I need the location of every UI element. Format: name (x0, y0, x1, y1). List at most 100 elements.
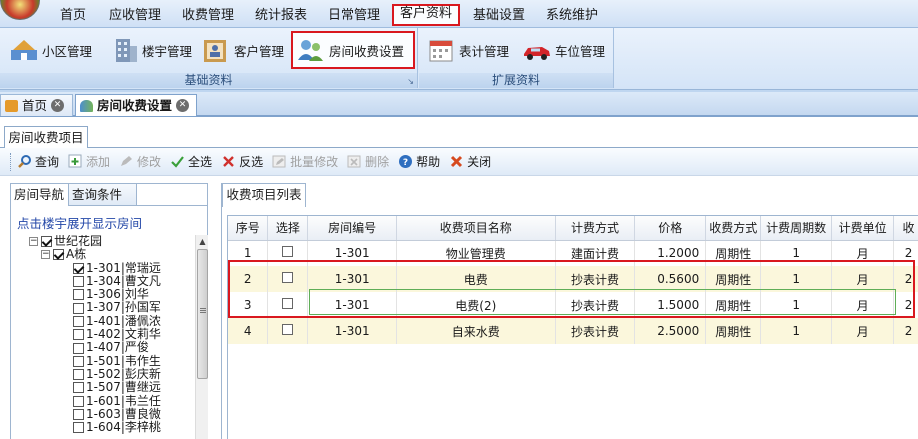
row-select-checkbox[interactable] (282, 272, 294, 283)
batch-edit-button[interactable]: 批量修改 (272, 153, 338, 170)
tree-checkbox[interactable] (73, 409, 84, 420)
parking-button[interactable]: 车位管理 (519, 33, 608, 67)
tree-node[interactable]: 1-304|曹文凡 (17, 274, 193, 288)
column-header[interactable]: 收费方式 (705, 216, 762, 241)
table-cell: 2 (893, 292, 918, 318)
batch-edit-icon (272, 154, 287, 169)
column-header[interactable]: 收费项目名称 (396, 216, 556, 241)
search-button[interactable]: 查询 (17, 153, 59, 170)
tab-room-navigation[interactable]: 房间导航 (11, 184, 69, 206)
add-label: 添加 (86, 155, 111, 169)
row-select-checkbox[interactable] (282, 298, 294, 309)
tab-home-label: 首页 (22, 97, 48, 113)
tree-node[interactable]: 1-604|李梓桃 (17, 420, 193, 435)
tree-node[interactable]: − A栋 (17, 247, 193, 261)
select-all-button[interactable]: 全选 (170, 153, 212, 170)
tree-node[interactable]: 1-407|严俊 (17, 341, 193, 354)
tree-node[interactable]: 1-507|曹继远 (17, 380, 193, 395)
tab-charge-item-list[interactable]: 收费项目列表 (222, 183, 306, 207)
table-cell: 2.5000 (634, 318, 707, 344)
tree-collapse-icon[interactable]: − (29, 237, 38, 247)
room-charge-setting-button[interactable]: 房间收费设置 (291, 31, 415, 69)
column-header[interactable]: 价格 (634, 216, 707, 241)
tab-query-conditions[interactable]: 查询条件 (69, 184, 137, 206)
tree-checkbox[interactable] (73, 262, 84, 274)
tree-node[interactable]: 1-301|常瑞远 (17, 261, 193, 275)
table-cell: 自来水费 (396, 318, 556, 344)
invert-selection-button[interactable]: 反选 (221, 153, 263, 170)
tree-checkbox[interactable] (73, 276, 84, 288)
tree-checkbox[interactable] (73, 302, 84, 314)
table-cell[interactable] (267, 292, 309, 318)
table-cell[interactable] (267, 240, 309, 266)
tree-checkbox[interactable] (73, 329, 84, 341)
table-row[interactable]: 4 1-301 自来水费 抄表计费 2.5000 周期性 1 月 2 (228, 318, 918, 344)
delete-icon (347, 154, 362, 169)
row-select-checkbox[interactable] (282, 324, 294, 335)
table-row[interactable]: 3 1-301 电费(2) 抄表计费 1.5000 周期性 1 月 2 (228, 292, 918, 318)
menu-receivables[interactable]: 应收管理 (105, 6, 165, 26)
menu-customer-data[interactable]: 客户资料 (392, 4, 461, 26)
customer-button[interactable]: 客户管理 (198, 33, 287, 67)
close-tab-room-icon[interactable]: ✕ (176, 99, 190, 112)
column-header[interactable]: 计费周期数 (760, 216, 833, 241)
building-button[interactable]: 楼宇管理 (106, 33, 195, 67)
scroll-up-icon[interactable]: ▲ (197, 235, 208, 248)
tree-checkbox[interactable] (73, 289, 84, 301)
tree-collapse-icon[interactable]: − (41, 250, 50, 260)
menu-system[interactable]: 系统维护 (542, 6, 602, 26)
tree-checkbox[interactable] (73, 382, 84, 394)
row-select-checkbox[interactable] (282, 246, 294, 258)
tab-room-charge-items[interactable]: 房间收费项目 (4, 126, 88, 148)
tab-room-charge-setting[interactable]: 房间收费设置 ✕ (75, 94, 197, 116)
tree-node-label: 1-604|李梓桃 (86, 420, 161, 435)
community-button[interactable]: 小区管理 (6, 33, 95, 67)
meter-button[interactable]: 表计管理 (423, 33, 512, 67)
column-header[interactable]: 收 (893, 216, 918, 241)
tree-checkbox[interactable] (73, 355, 84, 367)
column-header[interactable]: 序号 (228, 216, 269, 241)
table-row[interactable]: 2 1-301 电费 抄表计费 0.5600 周期性 1 月 2 (228, 266, 918, 292)
menu-charges[interactable]: 收费管理 (178, 6, 238, 26)
scrollbar-thumb[interactable] (197, 249, 208, 379)
menu-daily[interactable]: 日常管理 (324, 6, 384, 26)
menu-home[interactable]: 首页 (56, 6, 90, 26)
tree-node[interactable]: 1-306|刘华 (17, 287, 193, 301)
delete-button[interactable]: 删除 (347, 153, 389, 170)
tree-node-label: 1-507|曹继远 (86, 380, 161, 395)
help-button[interactable]: ? 帮助 (398, 153, 440, 170)
column-header[interactable]: 计费方式 (555, 216, 636, 241)
tree-checkbox[interactable] (73, 342, 84, 354)
tree-checkbox[interactable] (53, 249, 64, 261)
table-row[interactable]: 1 1-301 物业管理费 建面计费 1.2000 周期性 1 月 2 (228, 240, 918, 266)
tree-checkbox[interactable] (41, 236, 52, 248)
tree-scrollbar[interactable]: ▲ (195, 235, 208, 439)
charge-items-panel: 收费项目列表 序号 选择 房间编号 收费项目名称 计费方式 价格 收费方式 计费周期数 计费单位… (221, 183, 918, 439)
table-cell[interactable] (267, 266, 309, 292)
close-button[interactable]: 关闭 (449, 153, 491, 170)
tree-checkbox[interactable] (73, 422, 84, 434)
edit-button[interactable]: 修改 (119, 153, 161, 170)
column-header[interactable]: 房间编号 (307, 216, 398, 241)
menu-basic-settings[interactable]: 基础设置 (469, 6, 529, 26)
tree-checkbox[interactable] (73, 369, 84, 381)
tree-node[interactable]: 1-601|韦兰任 (17, 394, 193, 408)
add-button[interactable]: 添加 (68, 153, 110, 170)
app-logo-icon[interactable] (0, 0, 40, 20)
column-header[interactable]: 选择 (267, 216, 309, 241)
table-cell[interactable] (267, 318, 309, 344)
tree-checkbox[interactable] (73, 395, 84, 407)
tree-checkbox[interactable] (73, 315, 84, 327)
ribbon-group-basic: 小区管理 楼宇管理 客户管理 房间收费设置 基础资料 ↘ (0, 28, 418, 88)
group-launcher-icon[interactable]: ↘ (407, 77, 414, 86)
close-tab-home-icon[interactable]: ✕ (51, 99, 65, 112)
tree-node[interactable]: 1-502|彭庆新 (17, 367, 193, 381)
toolbar: 查询 添加 修改 全选 反选 批量修改 删除 ? 帮助 关闭 (0, 147, 918, 176)
column-header[interactable]: 计费单位 (831, 216, 895, 241)
tree-node[interactable]: 1-307|孙国军 (17, 301, 193, 314)
tab-home[interactable]: 首页 ✕ (0, 94, 73, 116)
tree-node[interactable]: − 世纪花园 (17, 235, 193, 248)
table-cell: 4 (228, 318, 269, 344)
menu-reports[interactable]: 统计报表 (251, 6, 311, 26)
tree-node[interactable]: 1-501|韦作生 (17, 354, 193, 368)
